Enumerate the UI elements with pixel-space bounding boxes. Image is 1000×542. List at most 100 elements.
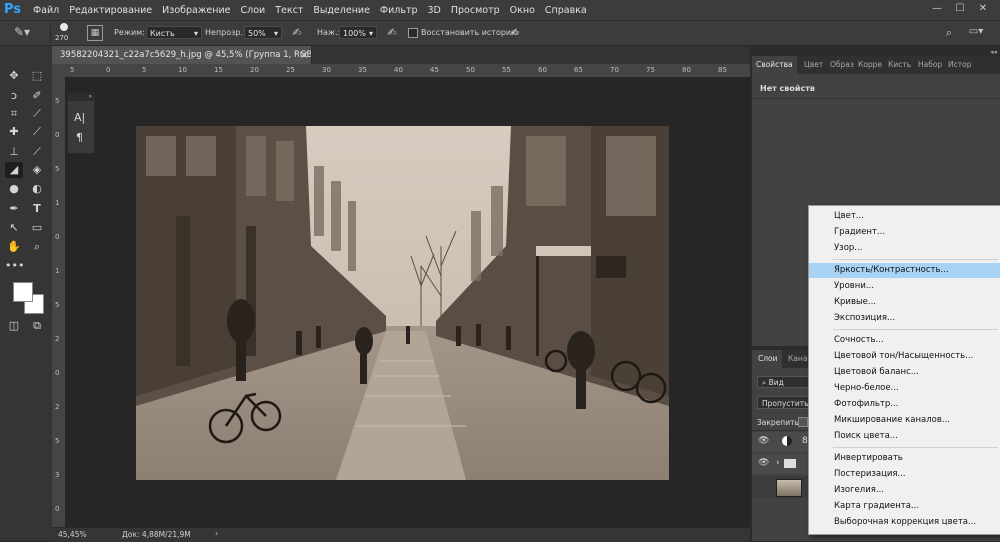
brush-size-picker[interactable] [56, 22, 72, 34]
lock-transparency-icon[interactable] [798, 417, 808, 427]
layer-filter-select[interactable]: ⌕ Вид [757, 376, 809, 388]
move-tool-icon[interactable]: ✥ [5, 68, 23, 84]
minimize-button[interactable]: — [930, 2, 944, 16]
menu-option-20[interactable]: Карта градиента... [809, 499, 1000, 514]
menu-option-12[interactable]: Черно-белое... [809, 381, 1000, 396]
restore-history-checkbox[interactable] [408, 28, 418, 38]
eye-icon[interactable]: 👁 [758, 436, 769, 446]
mode-select[interactable]: Кисть ▾ [146, 26, 202, 39]
top-ruler: 5 0 5 10 15 20 25 30 35 40 45 50 55 60 65 70 75 80 85 [52, 64, 750, 78]
dodge-tool-icon[interactable]: ◐ [28, 181, 46, 197]
paragraph-panel-icon[interactable]: ¶ [76, 131, 83, 144]
menu-item-4[interactable]: Текст [275, 5, 303, 16]
type-tool-icon[interactable]: T [28, 201, 46, 217]
screen-mode-icon[interactable]: ⧉ [28, 318, 46, 334]
collapse-panels-icon[interactable]: ◂◂ [990, 48, 997, 56]
chevron-right-icon[interactable]: › [776, 458, 780, 468]
crop-tool-icon[interactable]: ⌗ [5, 106, 23, 122]
document-tab[interactable]: 39582204321_c22a7c5629_h.jpg @ 45,5% (Гр… [52, 46, 312, 64]
menu-item-1[interactable]: Редактирование [69, 5, 152, 16]
menu-option-9[interactable]: Сочность... [809, 333, 1000, 348]
brush-tool-icon[interactable]: ⟋ [28, 124, 46, 140]
menu-option-14[interactable]: Микширование каналов... [809, 413, 1000, 428]
ruler-tick-label: 5 [55, 437, 60, 445]
tab-panel-1[interactable]: Цвет [804, 56, 823, 74]
clone-stamp-tool-icon[interactable]: ⊥ [5, 144, 23, 160]
menu-item-9[interactable]: Окно [510, 5, 535, 16]
menu-option-11[interactable]: Цветовой баланс... [809, 365, 1000, 380]
workspace-switcher-icon[interactable]: ▭▾ [966, 26, 986, 40]
search-icon[interactable]: ⌕ [942, 26, 956, 40]
blur-tool-icon[interactable]: ● [5, 181, 23, 197]
menu-option-6[interactable]: Кривые... [809, 295, 1000, 310]
close-tab-icon[interactable]: × [298, 49, 310, 61]
menu-option-4[interactable]: Яркость/Контрастность... [809, 263, 1000, 278]
brush-panel-icon[interactable]: ▦ [87, 25, 103, 41]
menu-option-13[interactable]: Фотофильтр... [809, 397, 1000, 412]
hand-tool-icon[interactable]: ✋ [5, 239, 23, 255]
tab-panel-0[interactable]: Свойства [752, 56, 797, 74]
menu-option-21[interactable]: Выборочная коррекция цвета... [809, 515, 1000, 530]
ruler-tick-label: 70 [610, 66, 619, 74]
pressure-size-icon[interactable]: ✍ [508, 26, 522, 40]
tab-layers[interactable]: Слои [752, 350, 782, 368]
tab-panel-6[interactable]: Истор [948, 56, 971, 74]
pressure-field[interactable]: 100% ▾ [339, 26, 377, 39]
menu-option-10[interactable]: Цветовой тон/Насыщенность... [809, 349, 1000, 364]
collapse-icon[interactable]: » [68, 93, 94, 101]
character-panel-icon[interactable]: A| [74, 111, 85, 124]
menu-option-1[interactable]: Градиент... [809, 225, 1000, 240]
zoom-tool-icon[interactable]: ⌕ [28, 239, 46, 255]
tab-panel-5[interactable]: Набор [918, 56, 942, 74]
marquee-tool-icon[interactable]: ⬚ [28, 68, 46, 84]
menu-option-7[interactable]: Экспозиция... [809, 311, 1000, 326]
rectangle-tool-icon[interactable]: ▭ [28, 220, 46, 236]
ruler-tick-label: 1 [55, 199, 60, 207]
menu-item-6[interactable]: Фильтр [380, 5, 418, 16]
close-window-button[interactable]: ✕ [976, 2, 990, 16]
menu-item-3[interactable]: Слои [240, 5, 265, 16]
airbrush-icon[interactable]: ✍ [290, 26, 304, 40]
ruler-tick-label: 0 [55, 233, 60, 241]
menu-item-8[interactable]: Просмотр [451, 5, 500, 16]
quick-mask-icon[interactable]: ◫ [5, 318, 23, 334]
eraser-tool-icon[interactable]: ◢ [5, 162, 23, 178]
eraser-tool-preset-icon[interactable]: ✎▾ [12, 25, 32, 41]
menu-item-0[interactable]: Файл [33, 5, 59, 16]
opacity-field[interactable]: 50% ▾ [244, 26, 282, 39]
layer-thumbnail [776, 479, 802, 497]
menu-option-5[interactable]: Уровни... [809, 279, 1000, 294]
menu-item-2[interactable]: Изображение [162, 5, 230, 16]
menu-item-5[interactable]: Выделение [313, 5, 370, 16]
maximize-button[interactable]: ☐ [953, 2, 967, 16]
menu-option-18[interactable]: Постеризация... [809, 467, 1000, 482]
eye-icon[interactable]: 👁 [758, 458, 769, 468]
chevron-right-icon[interactable]: › [215, 529, 218, 538]
path-selection-tool-icon[interactable]: ↖ [5, 220, 23, 236]
tab-panel-2[interactable]: Образ [830, 56, 854, 74]
menu-option-2[interactable]: Узор... [809, 241, 1000, 256]
menu-option-19[interactable]: Изогелия... [809, 483, 1000, 498]
menu-option-15[interactable]: Поиск цвета... [809, 429, 1000, 444]
menu-option-0[interactable]: Цвет... [809, 209, 1000, 224]
healing-brush-tool-icon[interactable]: ✚ [5, 124, 23, 140]
menu-item-10[interactable]: Справка [545, 5, 587, 16]
foreground-color-swatch-top[interactable] [13, 282, 33, 302]
blend-mode-select[interactable]: Пропустить [757, 396, 809, 409]
menu-option-17[interactable]: Инвертировать [809, 451, 1000, 466]
history-brush-tool-icon[interactable]: ⟋ [28, 144, 46, 160]
ruler-tick-label: 80 [682, 66, 691, 74]
document-image[interactable] [136, 126, 669, 480]
eyedropper-tool-icon[interactable]: ⟋ [28, 106, 46, 122]
pen-tool-icon[interactable]: ✒ [5, 201, 23, 217]
tab-panel-3[interactable]: Корре [858, 56, 882, 74]
menu-item-7[interactable]: 3D [428, 5, 441, 16]
zoom-level[interactable]: 45,45% [58, 530, 87, 539]
quick-selection-tool-icon[interactable]: ✐ [28, 88, 46, 104]
lasso-tool-icon[interactable]: ↄ [5, 88, 23, 104]
tab-panel-4[interactable]: Кисть [888, 56, 911, 74]
tab-channels[interactable]: Кана [788, 350, 807, 368]
more-tools-icon[interactable]: ••• [5, 258, 24, 274]
paint-bucket-tool-icon[interactable]: ◈ [28, 162, 46, 178]
pen-pressure-icon[interactable]: ✍ [385, 26, 399, 40]
